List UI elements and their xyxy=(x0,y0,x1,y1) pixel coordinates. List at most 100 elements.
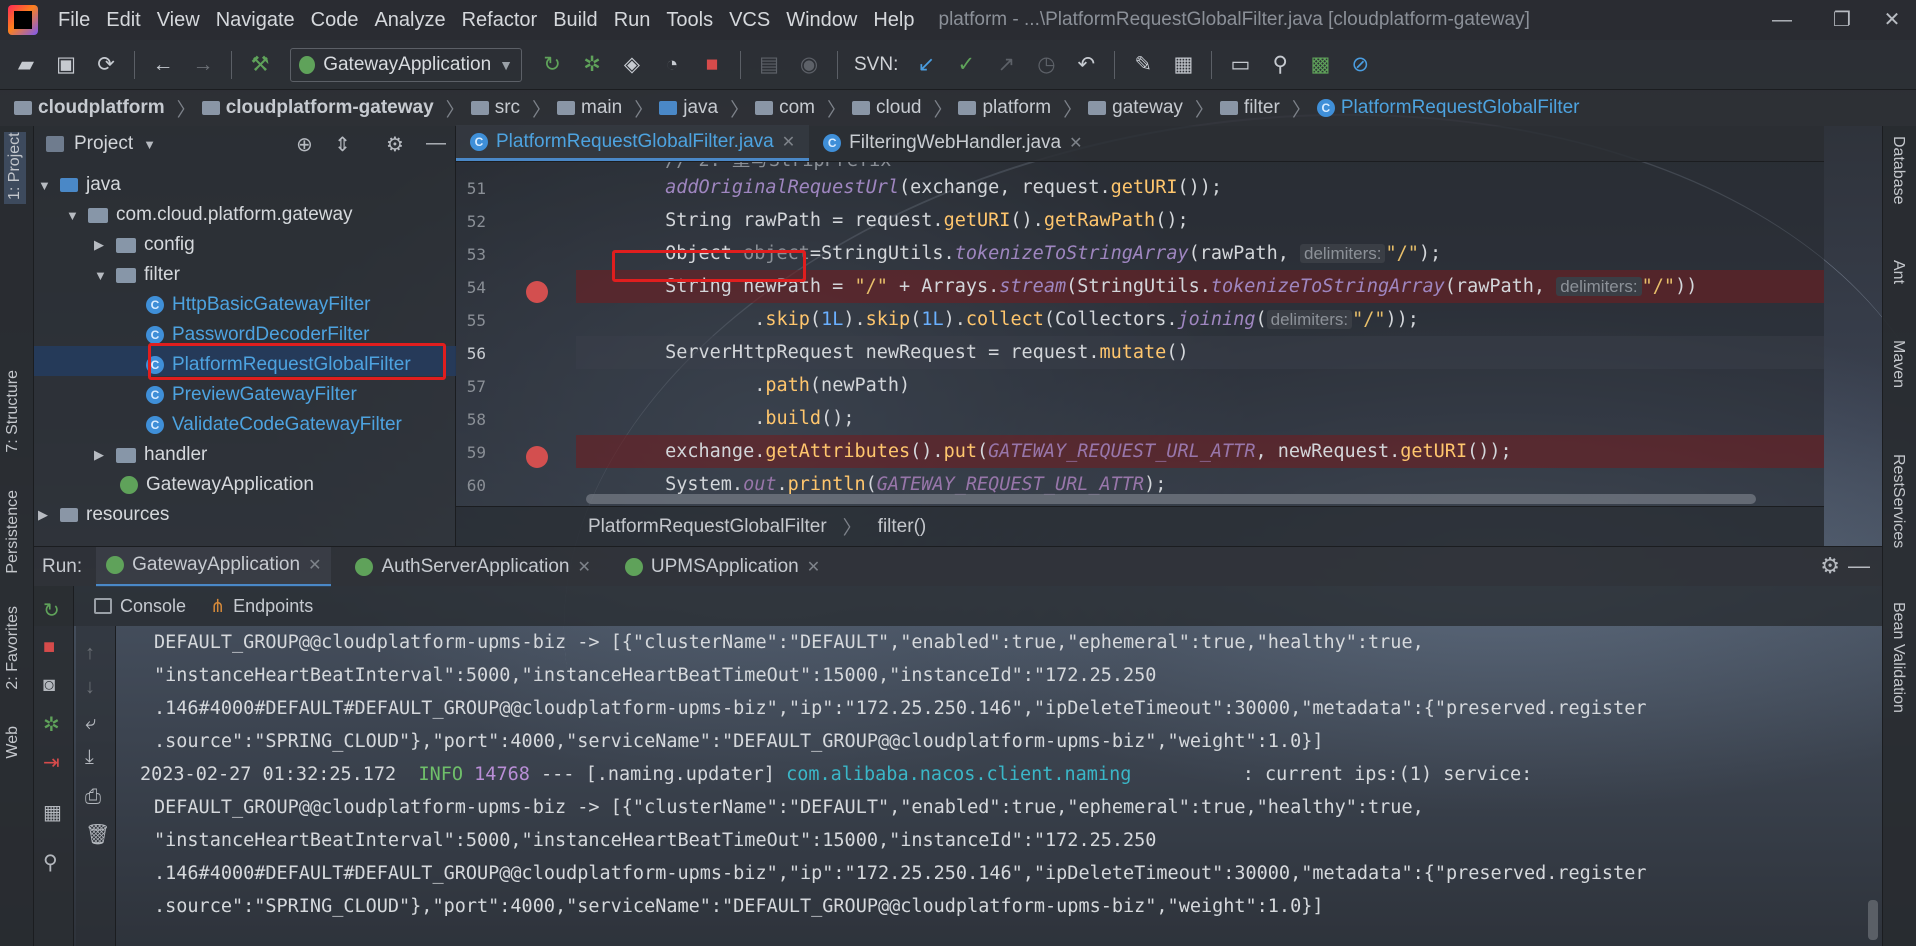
profile-icon[interactable]: ◔ xyxy=(654,47,690,83)
collapsed-arrow-icon[interactable]: ▶ xyxy=(94,447,108,463)
collapse-all-icon[interactable]: ⇕ xyxy=(334,132,351,157)
svn-update-icon[interactable]: ↙ xyxy=(908,47,944,83)
search-icon[interactable]: ⚲ xyxy=(1262,47,1298,83)
collapsed-arrow-icon[interactable]: ▶ xyxy=(94,237,108,253)
tree-item-class[interactable]: C PreviewGatewayFilter xyxy=(146,380,357,410)
crumb-project[interactable]: cloudplatform 〉 xyxy=(14,95,202,122)
tool-tab-bean-validation[interactable]: Bean Validation xyxy=(1889,602,1907,713)
menu-analyze[interactable]: Analyze xyxy=(366,0,453,40)
project-structure-icon[interactable]: ▦ xyxy=(1165,47,1201,83)
tree-item-resources[interactable]: ▶ resources xyxy=(38,500,169,530)
menu-build[interactable]: Build xyxy=(545,0,605,40)
close-tab-icon[interactable]: ✕ xyxy=(1069,133,1082,153)
crumb-java[interactable]: java 〉 xyxy=(659,95,755,122)
crumb-cloud[interactable]: cloud 〉 xyxy=(852,95,958,122)
editor-horizontal-scrollbar[interactable] xyxy=(586,494,1756,504)
crumb-src[interactable]: src 〉 xyxy=(470,95,557,122)
rollback-icon[interactable]: ↶ xyxy=(1068,47,1104,83)
tree-item-class[interactable]: C ValidateCodeGatewayFilter xyxy=(146,410,402,440)
open-folder-icon[interactable]: ▰ xyxy=(8,47,44,83)
build-hammer-icon[interactable]: ⚒ xyxy=(242,47,278,83)
forward-icon[interactable]: → xyxy=(185,47,221,83)
menu-edit[interactable]: Edit xyxy=(98,0,148,40)
tool-tab-ant[interactable]: Ant xyxy=(1889,260,1907,284)
layout-icon[interactable]: ▦ xyxy=(43,800,62,825)
camera-icon[interactable]: ◙ xyxy=(43,674,55,697)
project-panel-title[interactable]: Project xyxy=(74,133,133,155)
tree-item-package[interactable]: ▼ com.cloud.platform.gateway xyxy=(66,200,353,230)
menu-help[interactable]: Help xyxy=(865,0,922,40)
scroll-to-end-icon[interactable]: ⤓ xyxy=(85,746,94,769)
run-tab[interactable]: AuthServerApplication ✕ xyxy=(345,547,600,587)
svn-push-icon[interactable]: ↗ xyxy=(988,47,1024,83)
scroll-down-icon[interactable]: ↓ xyxy=(85,676,95,699)
crumb-com[interactable]: com 〉 xyxy=(755,95,852,122)
power-save-icon[interactable]: ⊘ xyxy=(1342,47,1378,83)
tree-item-java[interactable]: ▼ java xyxy=(38,170,121,200)
settings-wrench-icon[interactable]: ✎ xyxy=(1125,47,1161,83)
editor-gutter[interactable]: 51 52 53 54 55 56 57 58 59 60 xyxy=(456,162,576,502)
tool-tab-web[interactable]: Web xyxy=(4,726,22,759)
tree-item-handler[interactable]: ▶ handler xyxy=(94,440,207,470)
trash-icon[interactable]: 🗑 xyxy=(85,822,110,847)
tool-tab-restservices[interactable]: RestServices xyxy=(1889,454,1907,548)
tool-tab-maven[interactable]: Maven xyxy=(1889,340,1907,388)
editor-tab-active[interactable]: C PlatformRequestGlobalFilter.java ✕ xyxy=(456,125,810,161)
hide-panel-icon[interactable]: — xyxy=(426,132,446,155)
exit-icon[interactable]: ⇥ xyxy=(43,750,60,775)
tasks-icon[interactable]: ◉ xyxy=(791,47,827,83)
menu-vcs[interactable]: VCS xyxy=(721,0,778,40)
menu-tools[interactable]: Tools xyxy=(658,0,721,40)
tree-item-filter[interactable]: ▼ filter xyxy=(94,260,180,290)
breadcrumb-method[interactable]: filter() xyxy=(878,516,927,538)
debug-bug-icon[interactable]: ✲ xyxy=(43,712,60,737)
back-icon[interactable]: ← xyxy=(145,47,181,83)
tool-tab-favorites[interactable]: 2: Favorites xyxy=(4,606,22,690)
stop-icon[interactable]: ■ xyxy=(694,47,730,83)
stop-icon[interactable]: ■ xyxy=(43,636,55,659)
tool-tab-project[interactable]: 1: Project xyxy=(4,132,26,204)
editor-tab[interactable]: C FilteringWebHandler.java ✕ xyxy=(809,125,1096,161)
history-icon[interactable]: ◷ xyxy=(1028,47,1064,83)
tree-item-config[interactable]: ▶ config xyxy=(94,230,195,260)
tool-tab-database[interactable]: Database xyxy=(1889,136,1907,205)
pin-icon[interactable]: ⚲ xyxy=(43,850,58,875)
debug-icon[interactable]: ✲ xyxy=(574,47,610,83)
expand-arrow-icon[interactable]: ▼ xyxy=(38,178,52,193)
console-output[interactable]: DEFAULT_GROUP@@cloudplatform-upms-biz ->… xyxy=(118,626,1882,946)
tree-item-application[interactable]: GatewayApplication xyxy=(120,470,314,500)
console-scrollbar[interactable] xyxy=(1868,900,1878,940)
expand-arrow-icon[interactable]: ▼ xyxy=(66,208,80,223)
locate-target-icon[interactable]: ⊕ xyxy=(296,132,313,157)
monitor-icon[interactable]: ▩ xyxy=(1302,47,1338,83)
svn-commit-icon[interactable]: ✓ xyxy=(948,47,984,83)
tree-item-class[interactable]: C HttpBasicGatewayFilter xyxy=(146,290,371,320)
subtab-endpoints[interactable]: ⋔ Endpoints xyxy=(210,596,313,617)
menu-run[interactable]: Run xyxy=(606,0,659,40)
menu-view[interactable]: View xyxy=(149,0,208,40)
crumb-module[interactable]: cloudplatform-gateway 〉 xyxy=(201,95,471,122)
menu-window[interactable]: Window xyxy=(778,0,865,40)
chevron-down-icon[interactable]: ▼ xyxy=(143,137,156,152)
menu-code[interactable]: Code xyxy=(303,0,367,40)
soft-wrap-icon[interactable]: ⤶ xyxy=(85,712,96,735)
gear-icon[interactable]: ⚙ xyxy=(386,132,404,157)
hide-panel-icon[interactable]: — xyxy=(1848,553,1870,579)
crumb-gateway[interactable]: gateway 〉 xyxy=(1088,95,1220,122)
rerun-icon[interactable]: ↻ xyxy=(43,598,60,623)
crumb-class[interactable]: C PlatformRequestGlobalFilter xyxy=(1316,97,1580,119)
code-area[interactable]: // 2. 重写StripPrefix addOriginalRequestUr… xyxy=(576,162,1824,502)
minimize-icon[interactable]: — xyxy=(1752,0,1812,40)
breakpoint-icon[interactable] xyxy=(526,281,548,303)
breakpoint-icon[interactable] xyxy=(526,446,548,468)
close-tab-icon[interactable]: ✕ xyxy=(807,557,820,577)
save-all-icon[interactable]: ▣ xyxy=(48,47,84,83)
close-tab-icon[interactable]: ✕ xyxy=(577,557,590,577)
crumb-filter[interactable]: filter 〉 xyxy=(1219,95,1317,122)
close-tab-icon[interactable]: ✕ xyxy=(308,555,321,575)
gear-icon[interactable]: ⚙ xyxy=(1820,553,1840,579)
run-tab-active[interactable]: GatewayApplication ✕ xyxy=(96,546,332,587)
collapsed-arrow-icon[interactable]: ▶ xyxy=(38,507,52,523)
attach-icon[interactable]: ▤ xyxy=(751,47,787,83)
menu-navigate[interactable]: Navigate xyxy=(208,0,303,40)
